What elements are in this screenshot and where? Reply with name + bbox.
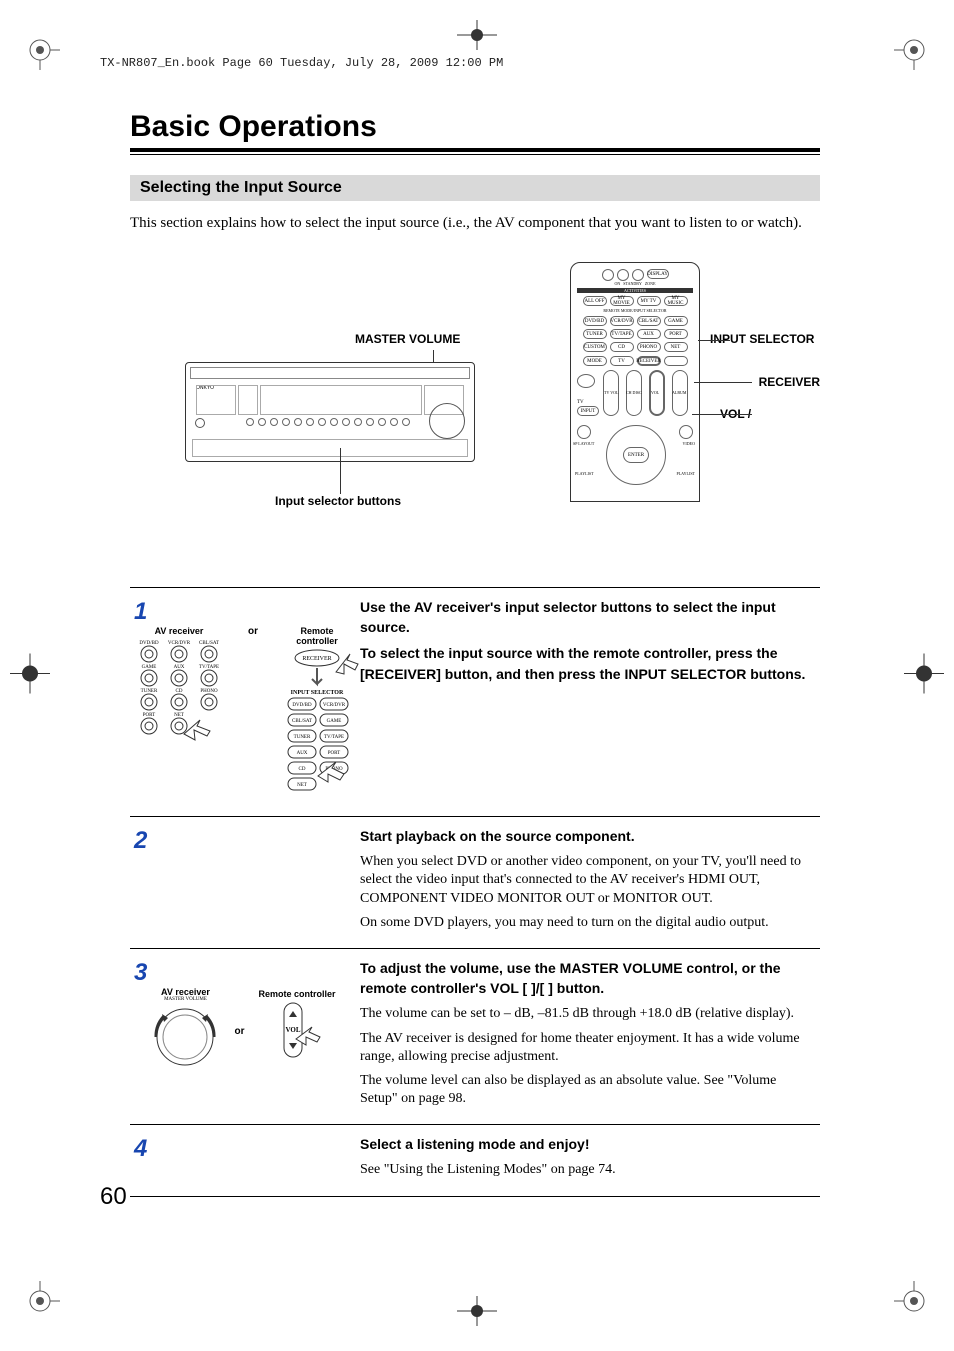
callout-input-selector: INPUT SELECTOR [710, 332, 820, 346]
cropmark-bl [20, 1281, 60, 1321]
svg-text:CD: CD [176, 689, 183, 694]
step-number-1: 1 [134, 598, 352, 626]
step2-bold: Start playback on the source component. [360, 828, 635, 844]
svg-text:PORT: PORT [143, 713, 155, 718]
svg-text:AUX: AUX [297, 751, 308, 756]
svg-text:PHONO: PHONO [200, 689, 218, 694]
svg-text:TUNER: TUNER [141, 689, 158, 694]
svg-text:DVD/BD: DVD/BD [139, 641, 159, 646]
svg-text:GAME: GAME [327, 719, 342, 724]
hand-pointer-icon [332, 648, 362, 678]
step-number-4: 4 [134, 1135, 352, 1163]
regmark-right [904, 653, 944, 698]
master-volume-knob-icon [150, 1002, 220, 1072]
svg-text:CD: CD [299, 767, 306, 772]
page-number: 60 [100, 1183, 127, 1211]
regmark-top [457, 20, 497, 55]
receiver-btn-label: RECEIVER [302, 656, 331, 662]
receiver-front-diagram: ONKYO [180, 362, 480, 472]
or-label-3: or [230, 1026, 248, 1037]
svg-text:NET: NET [174, 713, 184, 718]
vol-btn-text: VOL [285, 1026, 300, 1034]
step3-bold: To adjust the volume, use the MASTER VOL… [360, 960, 781, 996]
step1-bold2: To select the input source with the remo… [360, 645, 805, 681]
page-title: Basic Operations [130, 110, 820, 144]
svg-text:TV/TAPE: TV/TAPE [199, 665, 219, 670]
step3-body2: The AV receiver is designed for home the… [360, 1030, 816, 1066]
intro-text: This section explains how to select the … [130, 215, 820, 232]
svg-text:VCR/DVR: VCR/DVR [323, 703, 346, 708]
running-header: TX-NR807_En.book Page 60 Tuesday, July 2… [100, 56, 503, 70]
svg-text:CBL/SAT: CBL/SAT [199, 641, 219, 646]
rule-thick [130, 148, 820, 152]
steps-table: 1 AV receiver DVD/BD VCR/DVR CBL/SAT GAME AU… [130, 587, 820, 1197]
av-receiver-label-3: AV receiver [150, 987, 220, 997]
svg-text:DVD/BD: DVD/BD [292, 703, 312, 708]
cropmark-br [894, 1281, 934, 1321]
cropmark-tl [20, 30, 60, 70]
section-heading: Selecting the Input Source [130, 175, 820, 201]
svg-text:VCR/DVR: VCR/DVR [168, 641, 191, 646]
input-selector-header: INPUT SELECTOR [291, 690, 344, 696]
av-receiver-label: AV receiver [134, 626, 224, 636]
diagram-area: MASTER VOLUME ONKYO Input [130, 262, 820, 562]
remote-vol-icon: VOL [272, 999, 322, 1069]
svg-text:PORT: PORT [328, 751, 340, 756]
regmark-left [10, 653, 50, 698]
step2-body1: When you select DVD or another video com… [360, 853, 816, 908]
master-volume-label: MASTER VOLUME [355, 332, 460, 346]
step4-bold: Select a listening mode and enjoy! [360, 1136, 590, 1152]
svg-text:TV/TAPE: TV/TAPE [324, 735, 344, 740]
svg-text:NET: NET [297, 783, 307, 788]
step2-body2: On some DVD players, you may need to tur… [360, 914, 816, 932]
svg-text:TUNER: TUNER [294, 735, 311, 740]
remote-controller-label-3: Remote controller [258, 989, 335, 999]
regmark-bottom [457, 1296, 497, 1331]
input-selector-buttons-label: Input selector buttons [275, 494, 401, 508]
input-selector-leader [340, 448, 341, 494]
step3-body1: The volume can be set to – dB, –81.5 dB … [360, 1005, 816, 1023]
svg-text:CBL/SAT: CBL/SAT [292, 719, 312, 724]
svg-text:AUX: AUX [174, 665, 185, 670]
remote-controller-label: Remote controller [282, 626, 352, 646]
step3-body3: The volume level can also be displayed a… [360, 1072, 816, 1108]
step-number-2: 2 [134, 827, 352, 855]
or-label: or [244, 626, 262, 637]
rule-thin [130, 154, 820, 155]
callout-receiver: RECEIVER [759, 375, 820, 389]
svg-text:GAME: GAME [142, 665, 157, 670]
remote-diagram: DISPLAY ON STANDBY ZONE ACTIVITIES ALL O… [570, 262, 700, 502]
step4-body1: See "Using the Listening Modes" on page … [360, 1161, 816, 1179]
cropmark-tr [894, 30, 934, 70]
front-panel-buttons-icon: DVD/BD VCR/DVR CBL/SAT GAME AUX TV/TAPE TUNER C… [134, 636, 224, 756]
step1-bold1: Use the AV receiver's input selector but… [360, 599, 776, 635]
step-number-3: 3 [134, 959, 352, 987]
